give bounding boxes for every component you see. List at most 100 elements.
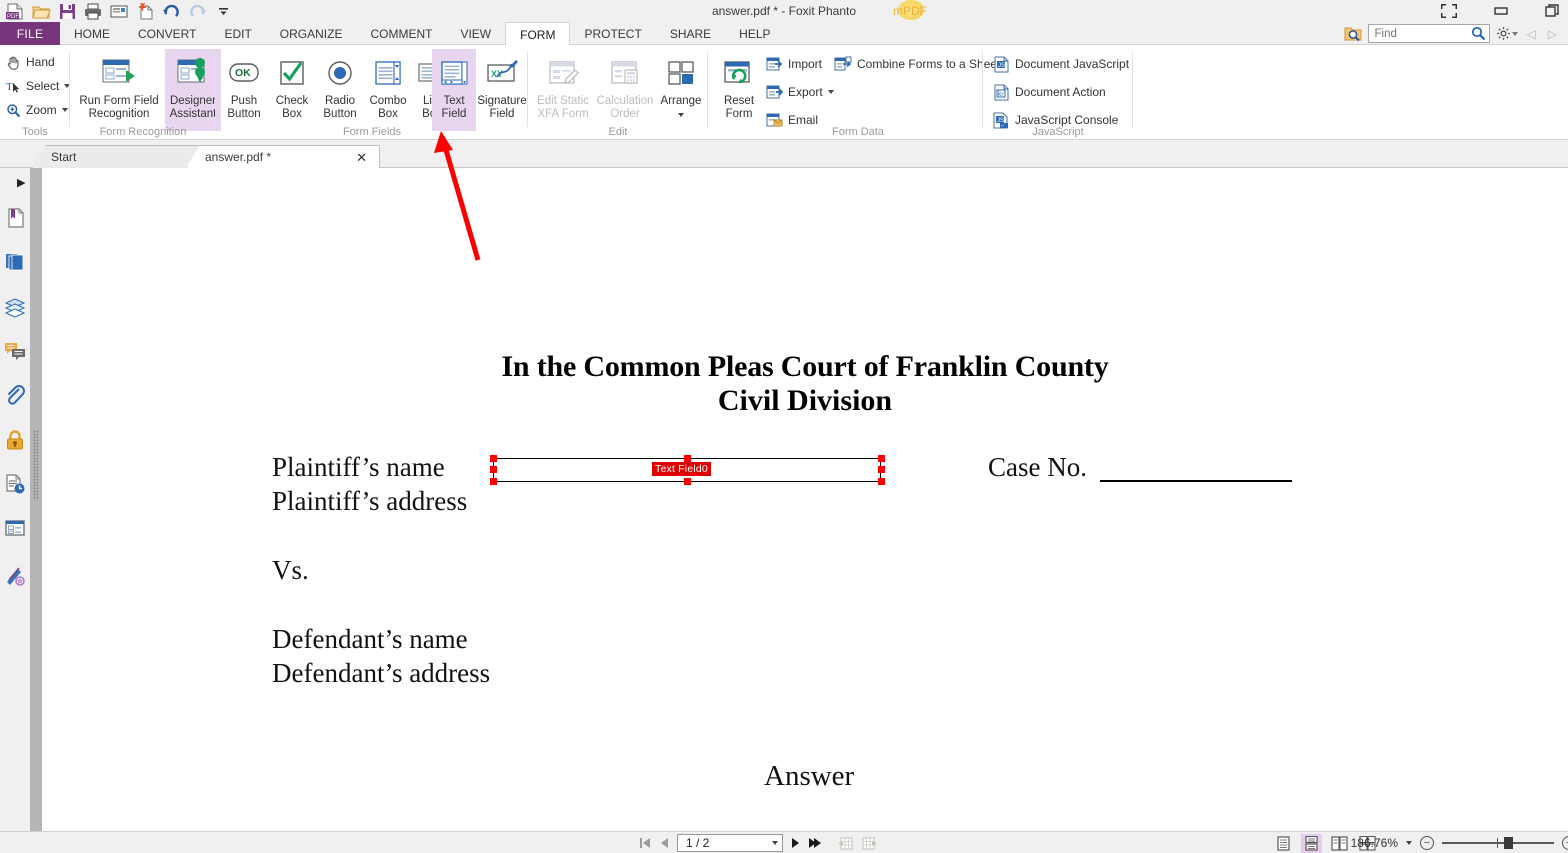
doc-tab-start[interactable]: Start xyxy=(32,145,200,168)
chevron-down-icon[interactable] xyxy=(61,108,68,112)
customize-qat-icon[interactable] xyxy=(212,2,234,22)
single-page-view-button[interactable] xyxy=(1273,834,1294,853)
tab-home[interactable]: HOME xyxy=(60,22,124,45)
maximize-icon[interactable] xyxy=(1542,2,1564,20)
selection-handle-br[interactable] xyxy=(878,478,885,485)
next-view-icon[interactable] xyxy=(861,835,879,851)
tab-organize[interactable]: ORGANIZE xyxy=(266,22,357,45)
previous-page-icon[interactable] xyxy=(659,836,670,850)
tab-comment[interactable]: COMMENT xyxy=(356,22,446,45)
save-icon[interactable] xyxy=(56,2,78,22)
signature-field-button[interactable]: XY Signature Field xyxy=(476,49,528,131)
last-page-icon[interactable] xyxy=(808,836,823,850)
import-button[interactable]: Import xyxy=(766,53,834,75)
undo-icon[interactable] xyxy=(160,2,182,22)
export-button[interactable]: Export xyxy=(766,81,834,103)
facing-view-button[interactable] xyxy=(1329,834,1350,853)
redo-icon[interactable] xyxy=(186,2,208,22)
attachments-icon[interactable] xyxy=(3,383,27,407)
selection-handle-mr[interactable] xyxy=(878,466,885,473)
text-field-button[interactable]: Text Field xyxy=(432,49,476,131)
search-input[interactable] xyxy=(1374,27,1471,40)
bookmarks-icon[interactable] xyxy=(3,206,27,230)
close-icon[interactable]: ✕ xyxy=(356,151,367,164)
selection-handle-tl[interactable] xyxy=(490,455,497,462)
document-view[interactable]: In the Common Pleas Court of Franklin Co… xyxy=(42,168,1568,831)
magnifier-icon[interactable] xyxy=(1471,26,1486,41)
tab-edit[interactable]: EDIT xyxy=(210,22,265,45)
stamps-icon[interactable] xyxy=(3,472,27,496)
previous-view-icon[interactable] xyxy=(836,835,854,851)
zoom-slider-thumb[interactable] xyxy=(1504,837,1513,849)
chevron-down-icon[interactable] xyxy=(677,113,684,117)
selection-handle-tc[interactable] xyxy=(684,455,691,462)
tab-help[interactable]: HELP xyxy=(725,22,784,45)
tool-select[interactable]: T Select xyxy=(0,74,71,98)
doc-tab-answer-pdf[interactable]: answer.pdf * ✕ xyxy=(186,145,380,168)
selection-handle-tr[interactable] xyxy=(878,455,885,462)
minus-icon[interactable]: − xyxy=(1420,836,1434,850)
page-number-box[interactable]: 1 / 2 xyxy=(677,834,783,852)
chevron-right-icon[interactable]: ▷ xyxy=(1545,27,1560,41)
find-settings[interactable] xyxy=(1496,26,1518,41)
chevron-left-icon[interactable]: ◁ xyxy=(1524,27,1539,41)
doc-tab-answer-pdf-label: answer.pdf * xyxy=(205,150,272,164)
signatures-icon[interactable] xyxy=(3,563,27,587)
restore-icon[interactable] xyxy=(1438,2,1460,20)
minimize-icon[interactable] xyxy=(1490,2,1512,20)
gear-icon[interactable] xyxy=(1496,26,1511,41)
chevron-down-icon[interactable] xyxy=(827,90,834,94)
zoom-slider[interactable] xyxy=(1442,837,1554,849)
edit-static-xfa-form-button[interactable]: Edit Static XFA Form xyxy=(532,49,594,131)
tool-hand[interactable]: Hand xyxy=(0,50,70,74)
continuous-view-button[interactable] xyxy=(1301,833,1322,853)
plus-icon[interactable]: + xyxy=(1562,836,1568,850)
combine-forms-button[interactable]: Combine Forms to a Sheet xyxy=(834,53,1000,75)
selection-handle-ml[interactable] xyxy=(490,466,497,473)
open-icon[interactable] xyxy=(30,2,52,22)
svg-text:OK: OK xyxy=(235,67,251,79)
page-thumbnails-icon[interactable] xyxy=(3,250,27,274)
chevron-down-icon[interactable] xyxy=(1511,31,1518,36)
comments-icon[interactable] xyxy=(3,339,27,363)
tab-convert[interactable]: CONVERT xyxy=(124,22,210,45)
document-action-button[interactable]: k› Document Action xyxy=(993,81,1129,103)
tab-share[interactable]: SHARE xyxy=(656,22,725,45)
arrange-button[interactable]: Arrange xyxy=(656,49,706,131)
reset-form-button[interactable]: Reset Form xyxy=(712,49,766,131)
print-icon[interactable] xyxy=(82,2,104,22)
find-box[interactable] xyxy=(1367,24,1490,43)
panel-splitter-grip[interactable] xyxy=(33,430,38,500)
search-folder-icon[interactable] xyxy=(1344,25,1362,43)
selection-handle-bl[interactable] xyxy=(490,478,497,485)
chevron-down-icon[interactable] xyxy=(1406,841,1412,845)
combo-box-button[interactable]: Combo Box xyxy=(364,49,412,131)
status-bar: 1 / 2 186.76% − xyxy=(0,831,1568,853)
selection-handle-bc[interactable] xyxy=(684,478,691,485)
designer-assistant-button[interactable]: Designer Assistant xyxy=(165,49,221,131)
document-javascript-button[interactable]: JS Document JavaScript xyxy=(993,53,1129,75)
ribbon-group-tools: Hand T Select Zoom Tools xyxy=(0,45,71,140)
tab-protect[interactable]: PROTECT xyxy=(570,22,655,45)
radio-button-button[interactable]: Radio Button xyxy=(316,49,364,131)
chevron-down-icon[interactable] xyxy=(772,841,778,845)
pdf-logo-icon[interactable]: PDF xyxy=(4,2,26,22)
first-page-icon[interactable] xyxy=(638,836,652,850)
layers-icon[interactable] xyxy=(3,295,27,319)
calculation-order-button[interactable]: Calculation Order xyxy=(594,49,656,131)
svg-text:PDF: PDF xyxy=(7,14,19,20)
expand-panel-icon[interactable]: ▶ xyxy=(17,176,25,189)
fields-icon[interactable] xyxy=(3,516,27,540)
run-form-field-recognition-button[interactable]: Run Form Field Recognition xyxy=(75,49,163,131)
tab-form[interactable]: FORM xyxy=(505,22,571,46)
tab-file[interactable]: FILE xyxy=(0,22,60,45)
push-button-button[interactable]: OK Push Button xyxy=(220,49,268,131)
check-box-button[interactable]: Check Box xyxy=(268,49,316,131)
next-page-icon[interactable] xyxy=(790,836,801,850)
tool-zoom[interactable]: Zoom xyxy=(0,98,70,122)
security-icon[interactable] xyxy=(3,428,27,452)
new-from-file-icon[interactable] xyxy=(134,2,156,22)
tab-view[interactable]: VIEW xyxy=(446,22,505,45)
email-icon[interactable] xyxy=(108,2,130,22)
navigation-panel: ▶ xyxy=(0,168,30,831)
